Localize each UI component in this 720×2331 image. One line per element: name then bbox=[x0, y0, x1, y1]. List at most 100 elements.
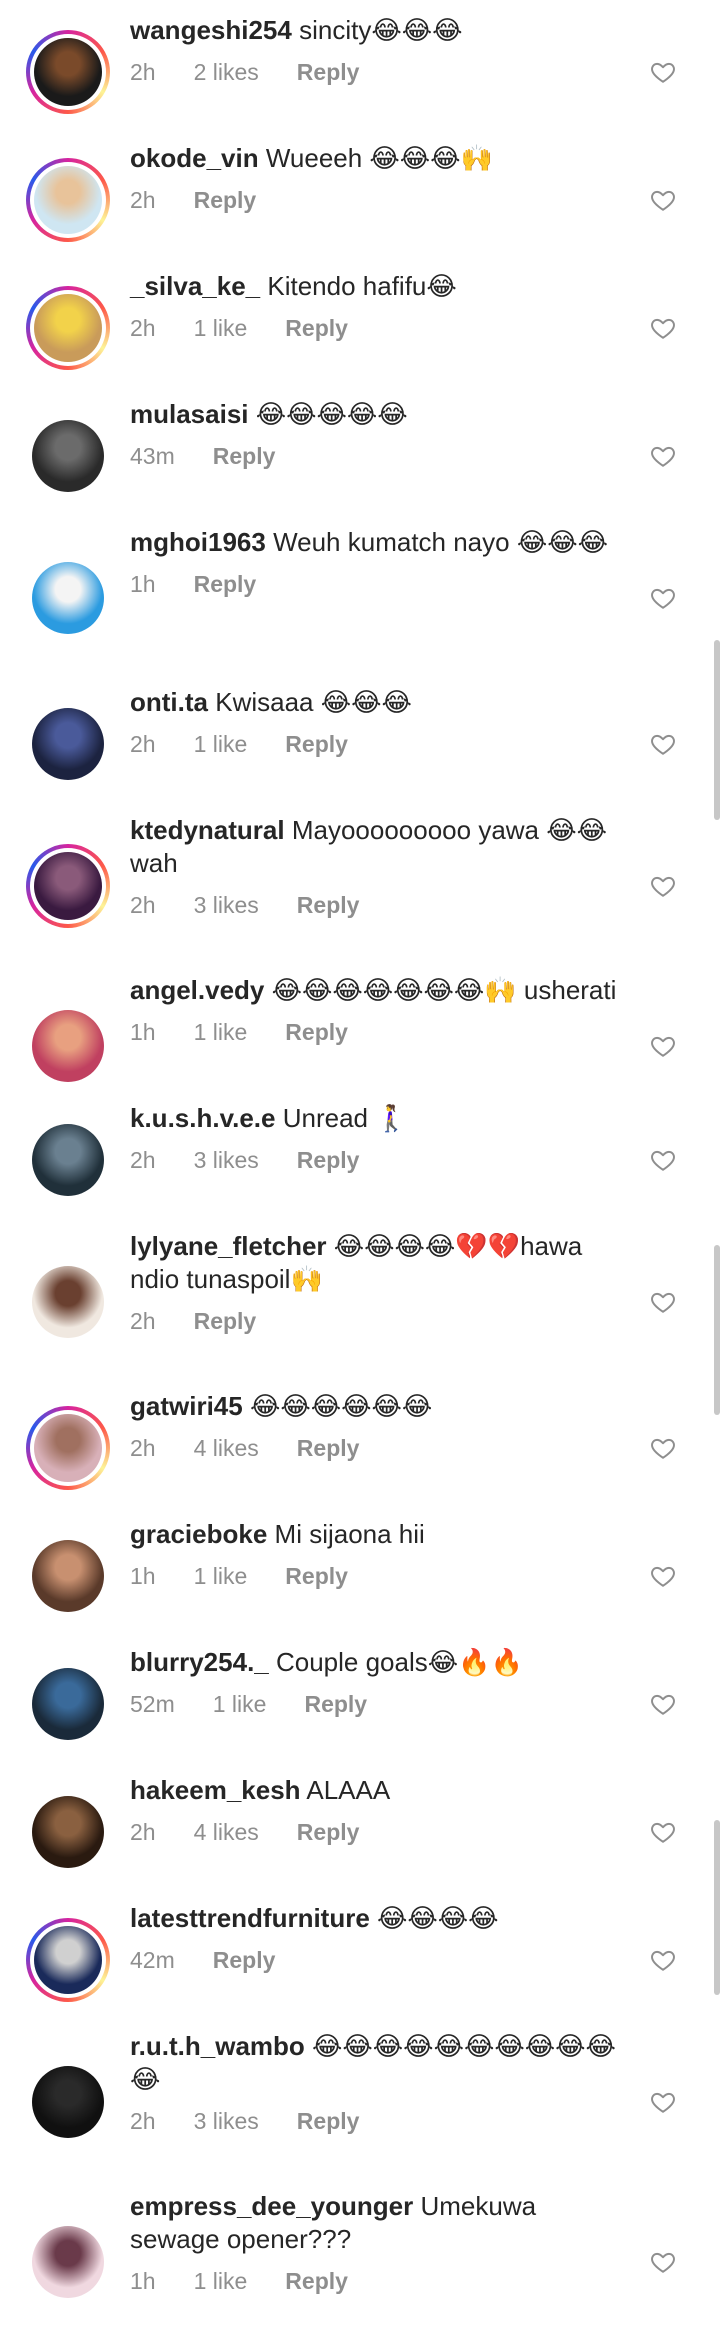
comment-username[interactable]: angel.vedy bbox=[130, 975, 264, 1005]
comment-message: Mi sijaona hii bbox=[274, 1519, 425, 1549]
comment-username[interactable]: wangeshi254 bbox=[130, 15, 292, 45]
avatar[interactable] bbox=[26, 414, 110, 498]
comment-likes-count[interactable]: 1 like bbox=[194, 2266, 248, 2296]
avatar[interactable] bbox=[26, 1004, 110, 1088]
comment-text: onti.ta Kwisaaa 😂😂😂 bbox=[130, 686, 630, 719]
reply-button[interactable]: Reply bbox=[304, 1689, 367, 1719]
comment-text: lylyane_fletcher 😂😂😂😂💔💔hawa ndio tunaspo… bbox=[130, 1230, 630, 1296]
reply-button[interactable]: Reply bbox=[194, 569, 257, 599]
reply-button[interactable]: Reply bbox=[297, 57, 360, 87]
reply-button[interactable]: Reply bbox=[297, 1145, 360, 1175]
comment-username[interactable]: r.u.t.h_wambo bbox=[130, 2031, 305, 2061]
comment-message: ALAAA bbox=[306, 1775, 391, 1805]
avatar[interactable] bbox=[26, 702, 110, 786]
reply-button[interactable]: Reply bbox=[213, 1945, 276, 1975]
reply-button[interactable]: Reply bbox=[297, 2106, 360, 2136]
avatar[interactable] bbox=[26, 1534, 110, 1618]
comment-username[interactable]: blurry254._ bbox=[130, 1647, 269, 1677]
comment-username[interactable]: mghoi1963 bbox=[130, 527, 266, 557]
heart-outline-icon[interactable] bbox=[650, 1563, 676, 1589]
reply-button[interactable]: Reply bbox=[194, 1306, 257, 1336]
avatar[interactable] bbox=[26, 2060, 110, 2144]
avatar[interactable] bbox=[26, 1790, 110, 1874]
comment-username[interactable]: gatwiri45 bbox=[130, 1391, 243, 1421]
comment-username[interactable]: empress_dee_younger bbox=[130, 2191, 413, 2221]
avatar-image bbox=[34, 166, 102, 234]
avatar[interactable] bbox=[26, 556, 110, 640]
heart-outline-icon[interactable] bbox=[650, 1435, 676, 1461]
comment-likes-count[interactable]: 4 likes bbox=[194, 1433, 259, 1463]
comment-username[interactable]: latesttrendfurniture bbox=[130, 1903, 370, 1933]
avatar-story-ring[interactable] bbox=[26, 30, 110, 114]
comment-text: r.u.t.h_wambo 😂😂😂😂😂😂😂😂😂😂😂 bbox=[130, 2030, 630, 2096]
comment-likes-count[interactable]: 3 likes bbox=[194, 2106, 259, 2136]
comment-username[interactable]: hakeem_kesh bbox=[130, 1775, 301, 1805]
avatar-story-ring[interactable] bbox=[26, 286, 110, 370]
reply-button[interactable]: Reply bbox=[285, 313, 348, 343]
avatar-story-ring[interactable] bbox=[26, 1918, 110, 2002]
comment-username[interactable]: onti.ta bbox=[130, 687, 208, 717]
avatar[interactable] bbox=[26, 2220, 110, 2304]
reply-button[interactable]: Reply bbox=[285, 2266, 348, 2296]
avatar[interactable] bbox=[26, 1118, 110, 1202]
comment-username[interactable]: gracieboke bbox=[130, 1519, 267, 1549]
scrollbar-thumb[interactable] bbox=[714, 1820, 720, 1995]
reply-button[interactable]: Reply bbox=[297, 890, 360, 920]
heart-outline-icon[interactable] bbox=[650, 1819, 676, 1845]
comment-timestamp: 2h bbox=[130, 59, 156, 85]
comment-likes-count[interactable]: 2 likes bbox=[194, 57, 259, 87]
comment-likes-count[interactable]: 1 like bbox=[194, 1017, 248, 1047]
comment-username[interactable]: mulasaisi bbox=[130, 399, 249, 429]
comment-body: empress_dee_younger Umekuwa sewage opene… bbox=[130, 2190, 630, 2296]
comment-likes-count[interactable]: 1 like bbox=[213, 1689, 267, 1719]
comment-message: Couple goals😂🔥🔥 bbox=[275, 1647, 523, 1677]
heart-outline-icon[interactable] bbox=[650, 1947, 676, 1973]
avatar[interactable] bbox=[26, 1260, 110, 1344]
comment-body: k.u.s.h.v.e.e Unread 🚶‍♀️ 2h 3 likes Reply bbox=[130, 1102, 630, 1175]
comment-meta: 2h 4 likes Reply bbox=[130, 1817, 630, 1847]
reply-button[interactable]: Reply bbox=[194, 185, 257, 215]
heart-outline-icon[interactable] bbox=[650, 1691, 676, 1717]
heart-outline-icon[interactable] bbox=[650, 585, 676, 611]
scrollbar-thumb[interactable] bbox=[714, 1245, 720, 1415]
comment-text: angel.vedy 😂😂😂😂😂😂😂🙌 usherati bbox=[130, 974, 630, 1007]
comment-likes-count[interactable]: 1 like bbox=[194, 313, 248, 343]
heart-outline-icon[interactable] bbox=[650, 187, 676, 213]
heart-outline-icon[interactable] bbox=[650, 2089, 676, 2115]
avatar-image bbox=[34, 852, 102, 920]
comment-username[interactable]: k.u.s.h.v.e.e bbox=[130, 1103, 275, 1133]
comment-username[interactable]: okode_vin bbox=[130, 143, 259, 173]
comment-likes-count[interactable]: 3 likes bbox=[194, 890, 259, 920]
heart-outline-icon[interactable] bbox=[650, 873, 676, 899]
comment-meta: 43m Reply bbox=[130, 441, 630, 471]
heart-outline-icon[interactable] bbox=[650, 443, 676, 469]
heart-outline-icon[interactable] bbox=[650, 1289, 676, 1315]
heart-outline-icon[interactable] bbox=[650, 2249, 676, 2275]
reply-button[interactable]: Reply bbox=[285, 729, 348, 759]
reply-button[interactable]: Reply bbox=[285, 1561, 348, 1591]
comment-username[interactable]: lylyane_fletcher bbox=[130, 1231, 327, 1261]
reply-button[interactable]: Reply bbox=[297, 1817, 360, 1847]
avatar-story-ring[interactable] bbox=[26, 844, 110, 928]
reply-button[interactable]: Reply bbox=[297, 1433, 360, 1463]
heart-outline-icon[interactable] bbox=[650, 59, 676, 85]
scrollbar-thumb[interactable] bbox=[714, 640, 720, 820]
avatar[interactable] bbox=[26, 1662, 110, 1746]
heart-outline-icon[interactable] bbox=[650, 1033, 676, 1059]
comment-timestamp: 2h bbox=[130, 731, 156, 757]
comment-likes-count[interactable]: 4 likes bbox=[194, 1817, 259, 1847]
heart-outline-icon[interactable] bbox=[650, 731, 676, 757]
comment-likes-count[interactable]: 3 likes bbox=[194, 1145, 259, 1175]
avatar-story-ring[interactable] bbox=[26, 158, 110, 242]
avatar-story-ring[interactable] bbox=[26, 1406, 110, 1490]
comment-likes-count[interactable]: 1 like bbox=[194, 729, 248, 759]
heart-outline-icon[interactable] bbox=[650, 1147, 676, 1173]
comment-username[interactable]: _silva_ke_ bbox=[130, 271, 260, 301]
heart-outline-icon[interactable] bbox=[650, 315, 676, 341]
comment-meta: 2h 3 likes Reply bbox=[130, 890, 630, 920]
comment-username[interactable]: ktedynatural bbox=[130, 815, 285, 845]
reply-button[interactable]: Reply bbox=[285, 1017, 348, 1047]
comment-meta: 1h Reply bbox=[130, 569, 630, 599]
reply-button[interactable]: Reply bbox=[213, 441, 276, 471]
comment-likes-count[interactable]: 1 like bbox=[194, 1561, 248, 1591]
